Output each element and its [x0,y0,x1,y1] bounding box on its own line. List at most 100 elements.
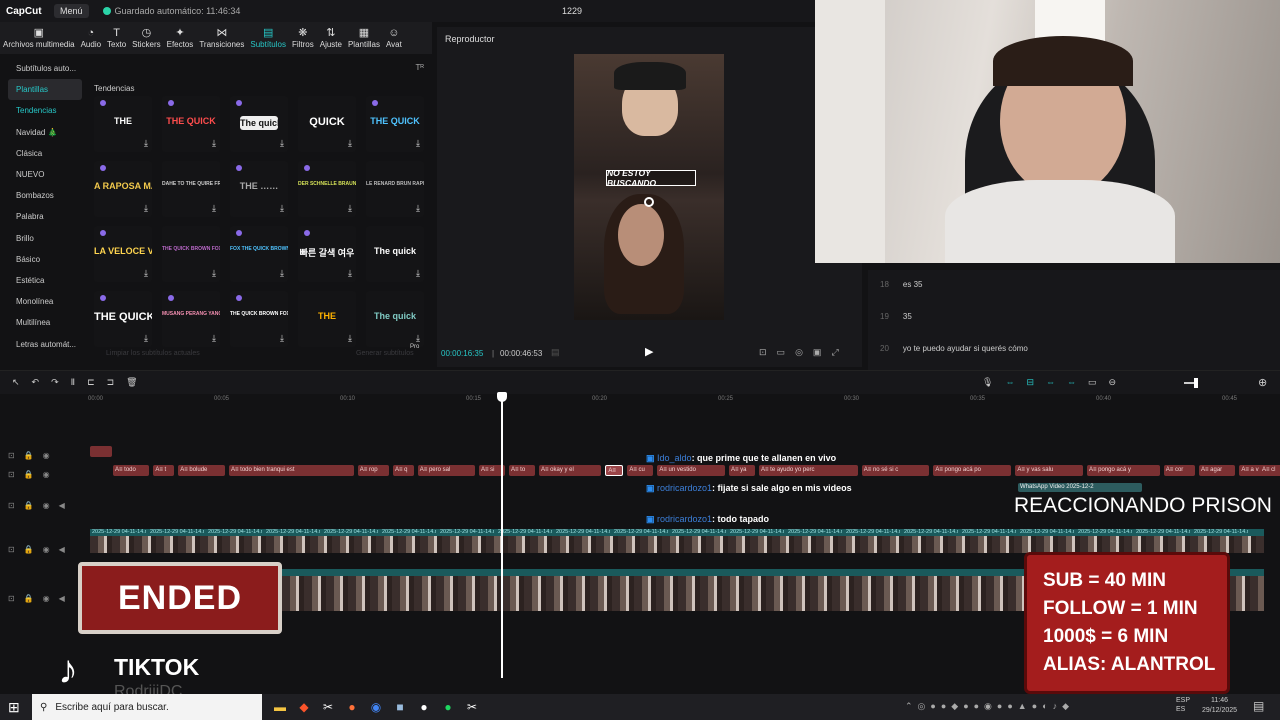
subtitle-clip[interactable]: A≡ y vas salu [1015,465,1083,476]
transcript-line[interactable]: 20 yo te puedo ayudar si querés cómo [880,344,1028,353]
timeline-ruler[interactable]: 00:00 00:05 00:10 00:15 00:20 00:25 00:30 00:35… [88,394,1280,406]
zoom-in-icon[interactable]: ⊕ [1258,376,1267,389]
nav-item[interactable]: Tendencias [8,100,82,121]
transcript-line[interactable]: 19 35 [880,312,912,321]
brave-browser-icon[interactable]: ◆ [292,694,316,720]
tool-subtítulos[interactable]: ▤ Subtítulos [247,22,289,54]
subtitle-clip[interactable]: A≡ pongo acá po [933,465,1012,476]
project-name[interactable]: 1229 [562,6,582,16]
link-icon[interactable]: ⇔ [1005,377,1026,387]
template-tile[interactable]: QUICK ⤓ [298,96,356,152]
template-tile[interactable]: FOX THE QUICK BROWN ⤓ [230,226,288,282]
template-tile[interactable]: THE QUICK ⤓ [94,291,152,347]
download-icon[interactable]: ⤓ [144,268,148,279]
template-tile[interactable]: THE QUICK BROWN FOX ⤓ [230,291,288,347]
download-icon[interactable]: ⤓ [416,333,420,344]
subtitle-clip[interactable]: A≡ pongo acá y [1087,465,1160,476]
tool-filtros[interactable]: ❋ Filtros [289,22,317,54]
subtitle-clip[interactable]: A≡ bolude [178,465,225,476]
visibility-icon[interactable]: ◉ [43,594,50,603]
tool-stickers[interactable]: ◷ Stickers [129,22,163,54]
audio-icon[interactable]: ◀ [59,594,65,603]
template-tile[interactable]: THE QUICK ⤓ [162,96,220,152]
nav-item[interactable]: Plantillas [8,79,82,101]
tool-ajuste[interactable]: ⇅ Ajuste [317,22,345,54]
nav-item[interactable]: NUEVO [8,164,82,185]
subtitle-clip[interactable]: A≡ pero sal [417,465,475,476]
notifications-icon[interactable]: ▤ [1253,699,1264,713]
quality-icon[interactable]: ▣ [813,347,832,357]
download-icon[interactable]: ⤓ [212,203,216,214]
spotify-icon[interactable]: ● [436,694,460,720]
visibility-icon[interactable]: ◉ [43,501,50,510]
clear-subtitles-link[interactable]: Limpiar los subtítulos actuales [106,350,200,357]
visibility-icon[interactable]: ◉ [43,470,50,479]
text-overlay[interactable]: NO ESTOY BUSCANDO [606,168,696,188]
template-tile[interactable]: THE ⤓ [298,291,356,347]
subtitle-clip[interactable]: A≡ cor [1163,465,1195,476]
tool-plantillas[interactable]: ▦ Plantillas [345,22,383,54]
nav-item[interactable]: Subtítulos auto... [8,58,82,79]
template-tile[interactable]: THE QUICK BROWN FOX ⤓ [162,226,220,282]
subtitle-clip[interactable]: A≡ a v [1239,465,1271,476]
screenshot-icon[interactable]: ◎ [795,347,813,357]
nav-item[interactable]: Multilínea [8,312,82,333]
trim-left-icon[interactable]: ⊏ [87,377,107,387]
preview-axis-icon[interactable]: ⇔ [1067,377,1088,387]
playhead-handle[interactable] [497,392,507,402]
lock-icon[interactable]: 🔒 [24,451,34,460]
delete-icon[interactable]: 🗑 [126,377,149,387]
video-clip-label[interactable]: 2025-12-29 04-11-14.mp4 [902,529,958,536]
subtitle-clip[interactable]: A≡ okay y el [539,465,602,476]
video-clip-label[interactable]: 2025-12-29 04-11-14.mp4 [554,529,610,536]
download-icon[interactable]: ⤓ [280,268,284,279]
download-icon[interactable]: ⤓ [144,333,148,344]
ratio-icon[interactable]: ▭ [777,347,796,357]
lock-icon[interactable]: 🔒 [24,501,34,510]
subtitle-clip[interactable]: A≡ [605,465,624,476]
clock[interactable]: 11:46 29/12/2025 [1202,696,1237,716]
template-tile[interactable]: DAHE TO THE QUIRE FROWN SEA ⤓ [162,161,220,217]
text-clip[interactable] [90,446,112,457]
video-clip-label[interactable]: 2025-12-29 04-11-14.mp4 [380,529,436,536]
lock-icon[interactable]: 🔒 [24,545,34,554]
video-clip-label[interactable]: 2025-12-29 04-11-14.mp4 [148,529,204,536]
file-explorer-icon[interactable]: ▬ [268,694,292,720]
lock-icon[interactable]: 🔒 [24,594,34,603]
video-clip-label[interactable]: 2025-12-29 04-11-14.mp4 [1134,529,1190,536]
video-clip-label[interactable]: 2025-12-29 04-11-14.mp4 [206,529,262,536]
zoom-slider-thumb[interactable] [1194,378,1198,388]
redo-icon[interactable]: ↷ [51,377,71,387]
video-clip-label[interactable]: 2025-12-29 04-11-14.mp4 [1192,529,1248,536]
template-tile[interactable]: The quick ⤓ [230,96,288,152]
subtitle-clip[interactable]: A≡ q [393,465,414,476]
subtitle-clip[interactable]: A≡ rop [357,465,389,476]
nav-item[interactable]: Monolínea [8,291,82,312]
subtitle-clip[interactable]: A≡ todo [113,465,150,476]
subtitle-clip[interactable]: A≡ t [153,465,175,476]
download-icon[interactable]: ⤓ [212,333,216,344]
capcut-icon[interactable]: ✂ [316,694,340,720]
download-icon[interactable]: ⤓ [348,203,352,214]
video-clip-label[interactable]: 2025-12-29 04-11-14.mp4 [322,529,378,536]
nav-item[interactable]: Bombazos [8,185,82,206]
language-indicator[interactable]: ESP ES [1176,696,1190,714]
generate-subtitles-link[interactable]: Generar subtítulos [356,350,414,357]
playhead[interactable] [501,394,503,678]
template-tile[interactable]: LA VELOCE VOLPE ⤓ [94,226,152,282]
undo-icon[interactable]: ↶ [32,377,52,387]
nav-item[interactable]: Estética [8,270,82,291]
download-icon[interactable]: ⤓ [280,203,284,214]
chrome-icon[interactable]: ◉ [364,694,388,720]
audio-icon[interactable]: ◀ [59,545,65,554]
nav-item[interactable]: Básico [8,249,82,270]
template-tile[interactable]: The quick ⤓ [366,291,424,347]
subtitle-clip[interactable]: A≡ todo bien tranqui est [229,465,354,476]
template-tile[interactable]: 빠른 갈색 여우 ⤓ [298,226,356,282]
crop-icon[interactable]: ⊡ [759,347,777,357]
nav-item[interactable]: Palabra [8,206,82,227]
windows-start-icon[interactable]: ⊞ [8,699,20,716]
tool-avat[interactable]: ☺ Avat [383,22,405,54]
visibility-icon[interactable]: ◉ [43,451,50,460]
nav-item[interactable]: Letras automát... [8,333,82,354]
